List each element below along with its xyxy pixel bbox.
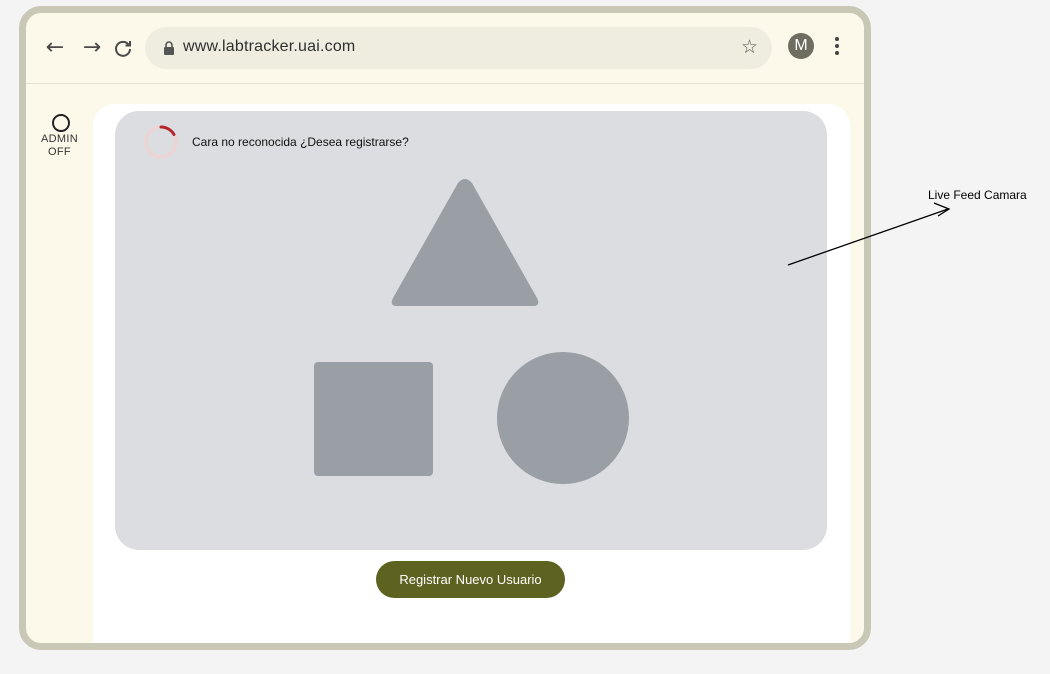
annotation-arrow bbox=[787, 202, 951, 266]
annotation-label: Live Feed Camara bbox=[928, 188, 1027, 202]
